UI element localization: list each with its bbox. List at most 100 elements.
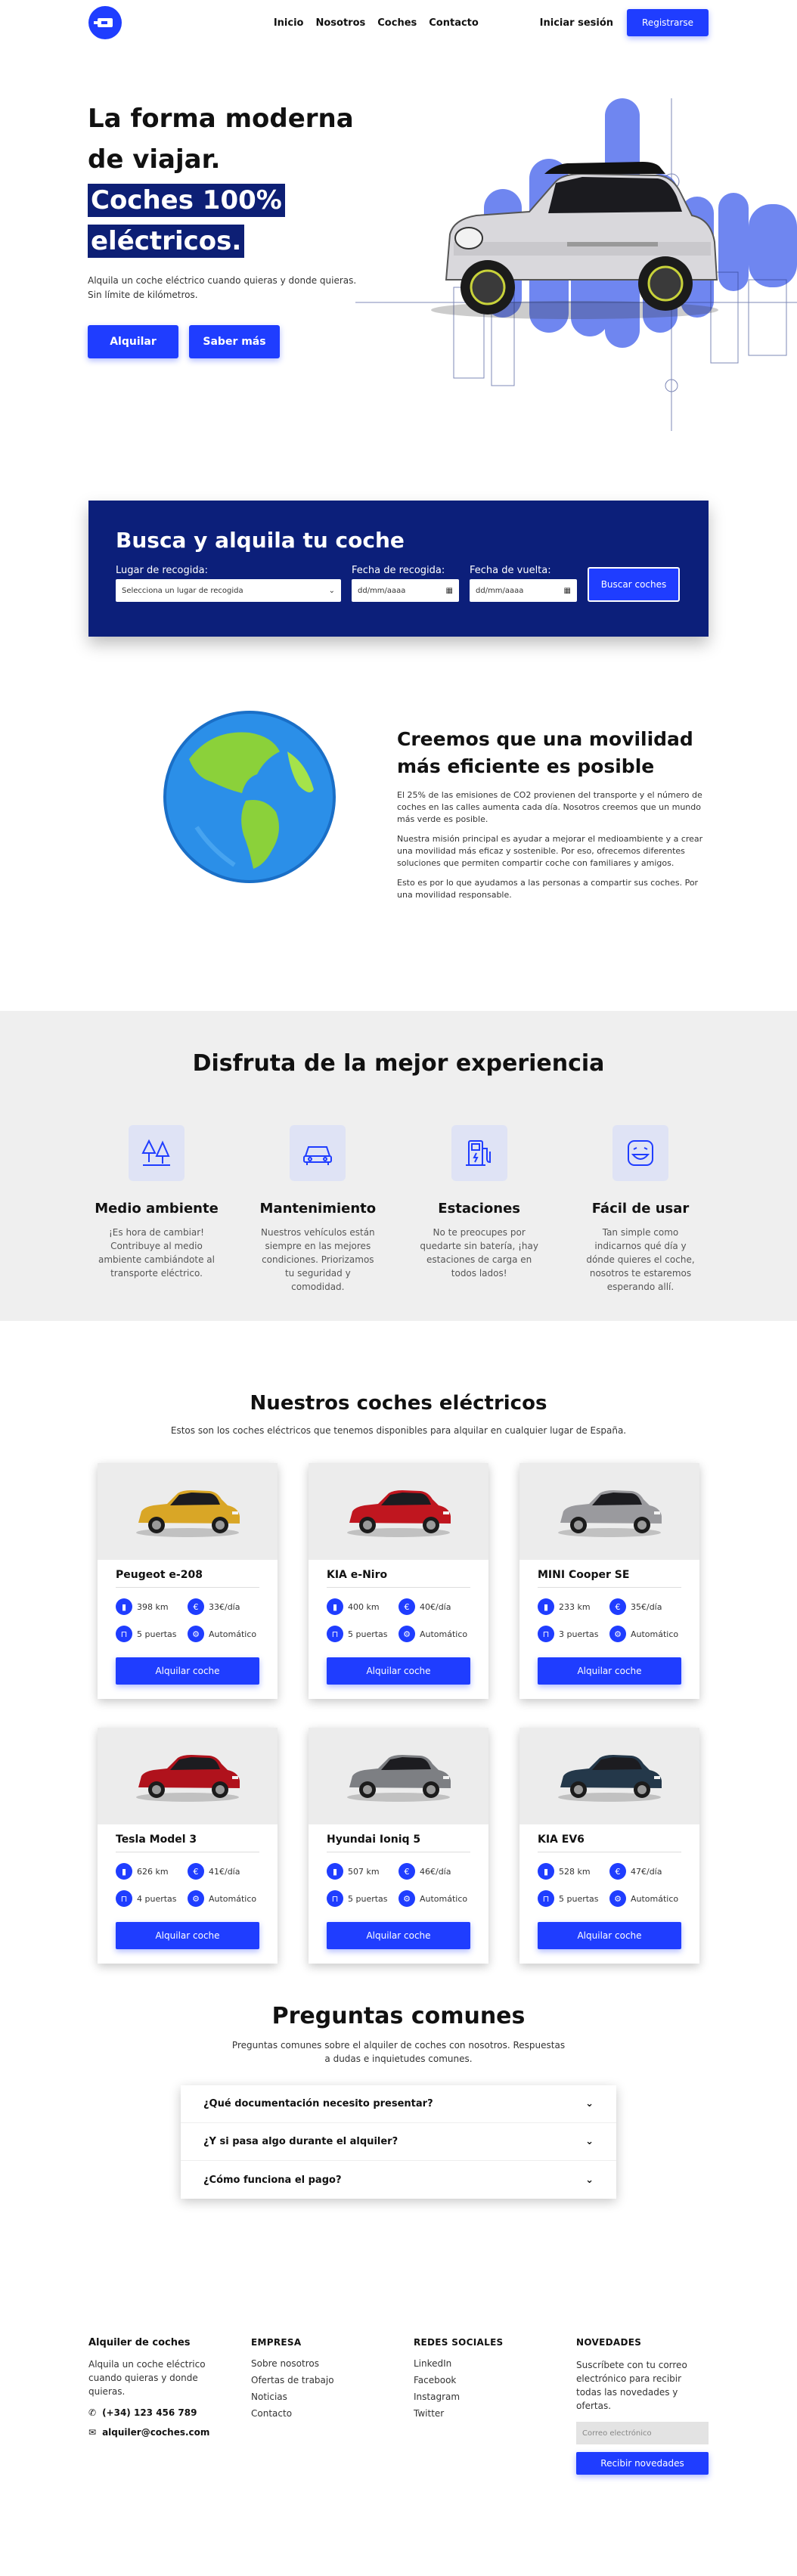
footer-link[interactable]: Sobre nosotros xyxy=(251,2358,383,2369)
car-image xyxy=(98,1728,278,1824)
car-spec-value: 46€/día xyxy=(420,1866,451,1877)
car-spec-value: 47€/día xyxy=(631,1866,662,1877)
footer-link-twitter[interactable]: Twitter xyxy=(414,2408,546,2419)
rent-car-button[interactable]: Alquilar coche xyxy=(538,1657,681,1685)
return-date-input[interactable]: dd/mm/aaaa ▦ xyxy=(470,579,577,602)
hero-more-button[interactable]: Saber más xyxy=(189,325,280,358)
nav-link-inicio[interactable]: Inicio xyxy=(274,17,304,29)
car-spec-value: 507 km xyxy=(348,1866,380,1877)
car-name: Peugeot e-208 xyxy=(116,1560,259,1588)
car-card: KIA e-Niro ▮ 400 km €40€/día ⊓ 5 puertas ⚙ Auto… xyxy=(309,1463,488,1699)
rent-car-button[interactable]: Alquilar coche xyxy=(116,1657,259,1685)
coin-icon: € xyxy=(398,1863,415,1880)
hero-buttons: Alquilar Saber más xyxy=(88,325,375,358)
car-spec-range: ▮ 626 km xyxy=(116,1863,188,1880)
newsletter-email-input[interactable]: Correo electrónico xyxy=(576,2422,709,2444)
footer-link[interactable]: Noticias xyxy=(251,2392,383,2402)
car-spec-value: 3 puertas xyxy=(559,1629,599,1639)
pickup-field: Lugar de recogida: Selecciona un lugar d… xyxy=(116,565,341,602)
login-link[interactable]: Iniciar sesión xyxy=(540,17,613,29)
rent-car-button[interactable]: Alquilar coche xyxy=(327,1657,470,1685)
footer-link-instagram[interactable]: Instagram xyxy=(414,2392,546,2402)
rent-car-button[interactable]: Alquilar coche xyxy=(116,1922,259,1949)
pickup-select[interactable]: Selecciona un lugar de recogida ⌄ xyxy=(116,579,341,602)
experience-item: Fácil de usar Tan simple como indicarnos… xyxy=(572,1125,709,1294)
gearbox-icon: ⚙ xyxy=(188,1626,204,1642)
car-spec-value: 398 km xyxy=(137,1601,169,1612)
search-form: Lugar de recogida: Selecciona un lugar d… xyxy=(116,565,681,602)
hero-title: La forma moderna de viajar. Coches 100% … xyxy=(88,98,375,262)
nav-link-coches[interactable]: Coches xyxy=(377,17,417,29)
car-card: Peugeot e-208 ▮ 398 km €33€/día ⊓ 5 puertas ⚙ A… xyxy=(98,1463,278,1699)
about-paragraph-3: Esto es por lo que ayudamos a las person… xyxy=(397,878,699,900)
experience-item-text: ¡Es hora de cambiar! Contribuye al medio… xyxy=(98,1227,215,1279)
door-icon: ⊓ xyxy=(538,1626,554,1642)
car-spec-gear: ⚙ Automático xyxy=(609,1890,681,1907)
footer-email[interactable]: ✉ alquiler@coches.com xyxy=(88,2427,221,2438)
about-title: Creemos que una movilidad más eficiente … xyxy=(397,728,693,777)
footer-link-facebook[interactable]: Facebook xyxy=(414,2375,546,2385)
rent-car-button[interactable]: Alquilar coche xyxy=(327,1922,470,1949)
car-spec-gear: ⚙ Automático xyxy=(398,1626,470,1642)
nav-link-contacto[interactable]: Contacto xyxy=(429,17,479,29)
car-card-body: Hyundai Ioniq 5 ▮ 507 km €46€/día ⊓ 5 puertas… xyxy=(309,1824,488,1949)
car-spec-price: €46€/día xyxy=(398,1863,470,1880)
car-spec-gear: ⚙ Automático xyxy=(188,1890,259,1907)
register-button[interactable]: Registrarse xyxy=(627,9,709,36)
footer-link[interactable]: Ofertas de trabajo xyxy=(251,2375,383,2385)
car-image xyxy=(98,1463,278,1560)
car-card-body: MINI Cooper SE ▮ 233 km €35€/día ⊓ 3 puertas ⚙… xyxy=(519,1560,699,1685)
faq-accordion: ¿Qué documentación necesito presentar? ⌄… xyxy=(181,2085,616,2199)
car-card: KIA EV6 ▮ 528 km €47€/día ⊓ 5 puertas ⚙ Automát… xyxy=(519,1728,699,1964)
search-title: Busca y alquila tu coche xyxy=(116,528,405,553)
faq-question[interactable]: ¿Y si pasa algo durante el alquiler? ⌄ xyxy=(181,2123,616,2161)
footer-phone[interactable]: ✆ (+34) 123 456 789 xyxy=(88,2407,221,2418)
car-spec-gear: ⚙ Automático xyxy=(398,1890,470,1907)
nav-actions: Iniciar sesión Registrarse xyxy=(540,9,709,36)
car-spec-range: ▮ 233 km xyxy=(538,1598,609,1615)
hero-text: La forma moderna de viajar. Coches 100% … xyxy=(88,98,375,358)
newsletter-submit-button[interactable]: Recibir novedades xyxy=(576,2452,709,2475)
gearbox-icon: ⚙ xyxy=(609,1626,626,1642)
footer-brand: Alquiler de coches Alquila un coche eléc… xyxy=(88,2337,221,2576)
car-illustration xyxy=(558,1755,662,1802)
experience-item: Mantenimiento Nuestros vehículos están s… xyxy=(250,1125,386,1294)
footer-link-linkedin[interactable]: LinkedIn xyxy=(414,2358,546,2369)
gearbox-icon: ⚙ xyxy=(398,1890,415,1907)
calendar-icon[interactable]: ▦ xyxy=(446,587,453,595)
about-paragraph-1: El 25% de las emisiones de CO2 provienen… xyxy=(397,790,702,824)
car-card-body: Peugeot e-208 ▮ 398 km €33€/día ⊓ 5 puertas ⚙ A… xyxy=(98,1560,278,1685)
car-spec-doors: ⊓ 5 puertas xyxy=(327,1626,398,1642)
car-spec-value: 400 km xyxy=(348,1601,380,1612)
rent-car-button[interactable]: Alquilar coche xyxy=(538,1922,681,1949)
car-spec-value: Automático xyxy=(631,1893,679,1904)
globe-illustration xyxy=(159,706,340,888)
door-icon: ⊓ xyxy=(116,1890,132,1907)
calendar-icon[interactable]: ▦ xyxy=(564,587,571,595)
car-icon xyxy=(290,1125,346,1181)
car-spec-gear: ⚙ Automático xyxy=(609,1626,681,1642)
battery-icon: ▮ xyxy=(327,1863,343,1880)
door-icon: ⊓ xyxy=(327,1626,343,1642)
pickup-date-input[interactable]: dd/mm/aaaa ▦ xyxy=(352,579,459,602)
nav-link-nosotros[interactable]: Nosotros xyxy=(315,17,365,29)
experience-item-title: Fácil de usar xyxy=(591,1201,690,1217)
hero-rent-button[interactable]: Alquilar xyxy=(88,325,178,358)
faq-question[interactable]: ¿Cómo funciona el pago? ⌄ xyxy=(181,2161,616,2199)
faq-question[interactable]: ¿Qué documentación necesito presentar? ⌄ xyxy=(181,2085,616,2123)
logo[interactable] xyxy=(88,6,122,39)
car-card-body: KIA e-Niro ▮ 400 km €40€/día ⊓ 5 puertas ⚙ Auto… xyxy=(309,1560,488,1685)
coin-icon: € xyxy=(398,1598,415,1615)
car-spec-price: €47€/día xyxy=(609,1863,681,1880)
car-spec-value: Automático xyxy=(420,1629,468,1639)
footer-link[interactable]: Contacto xyxy=(251,2408,383,2419)
car-spec-doors: ⊓ 5 puertas xyxy=(538,1890,609,1907)
coin-icon: € xyxy=(609,1863,626,1880)
return-date-field: Fecha de vuelta: dd/mm/aaaa ▦ xyxy=(470,565,577,602)
return-date-label: Fecha de vuelta: xyxy=(470,565,551,576)
car-illustration xyxy=(558,1490,662,1537)
hero-title-line-2: de viajar. xyxy=(88,144,221,175)
car-spec-value: 5 puertas xyxy=(348,1893,388,1904)
search-cars-button[interactable]: Buscar coches xyxy=(588,567,680,602)
hero-title-line-1: La forma moderna xyxy=(88,104,354,134)
